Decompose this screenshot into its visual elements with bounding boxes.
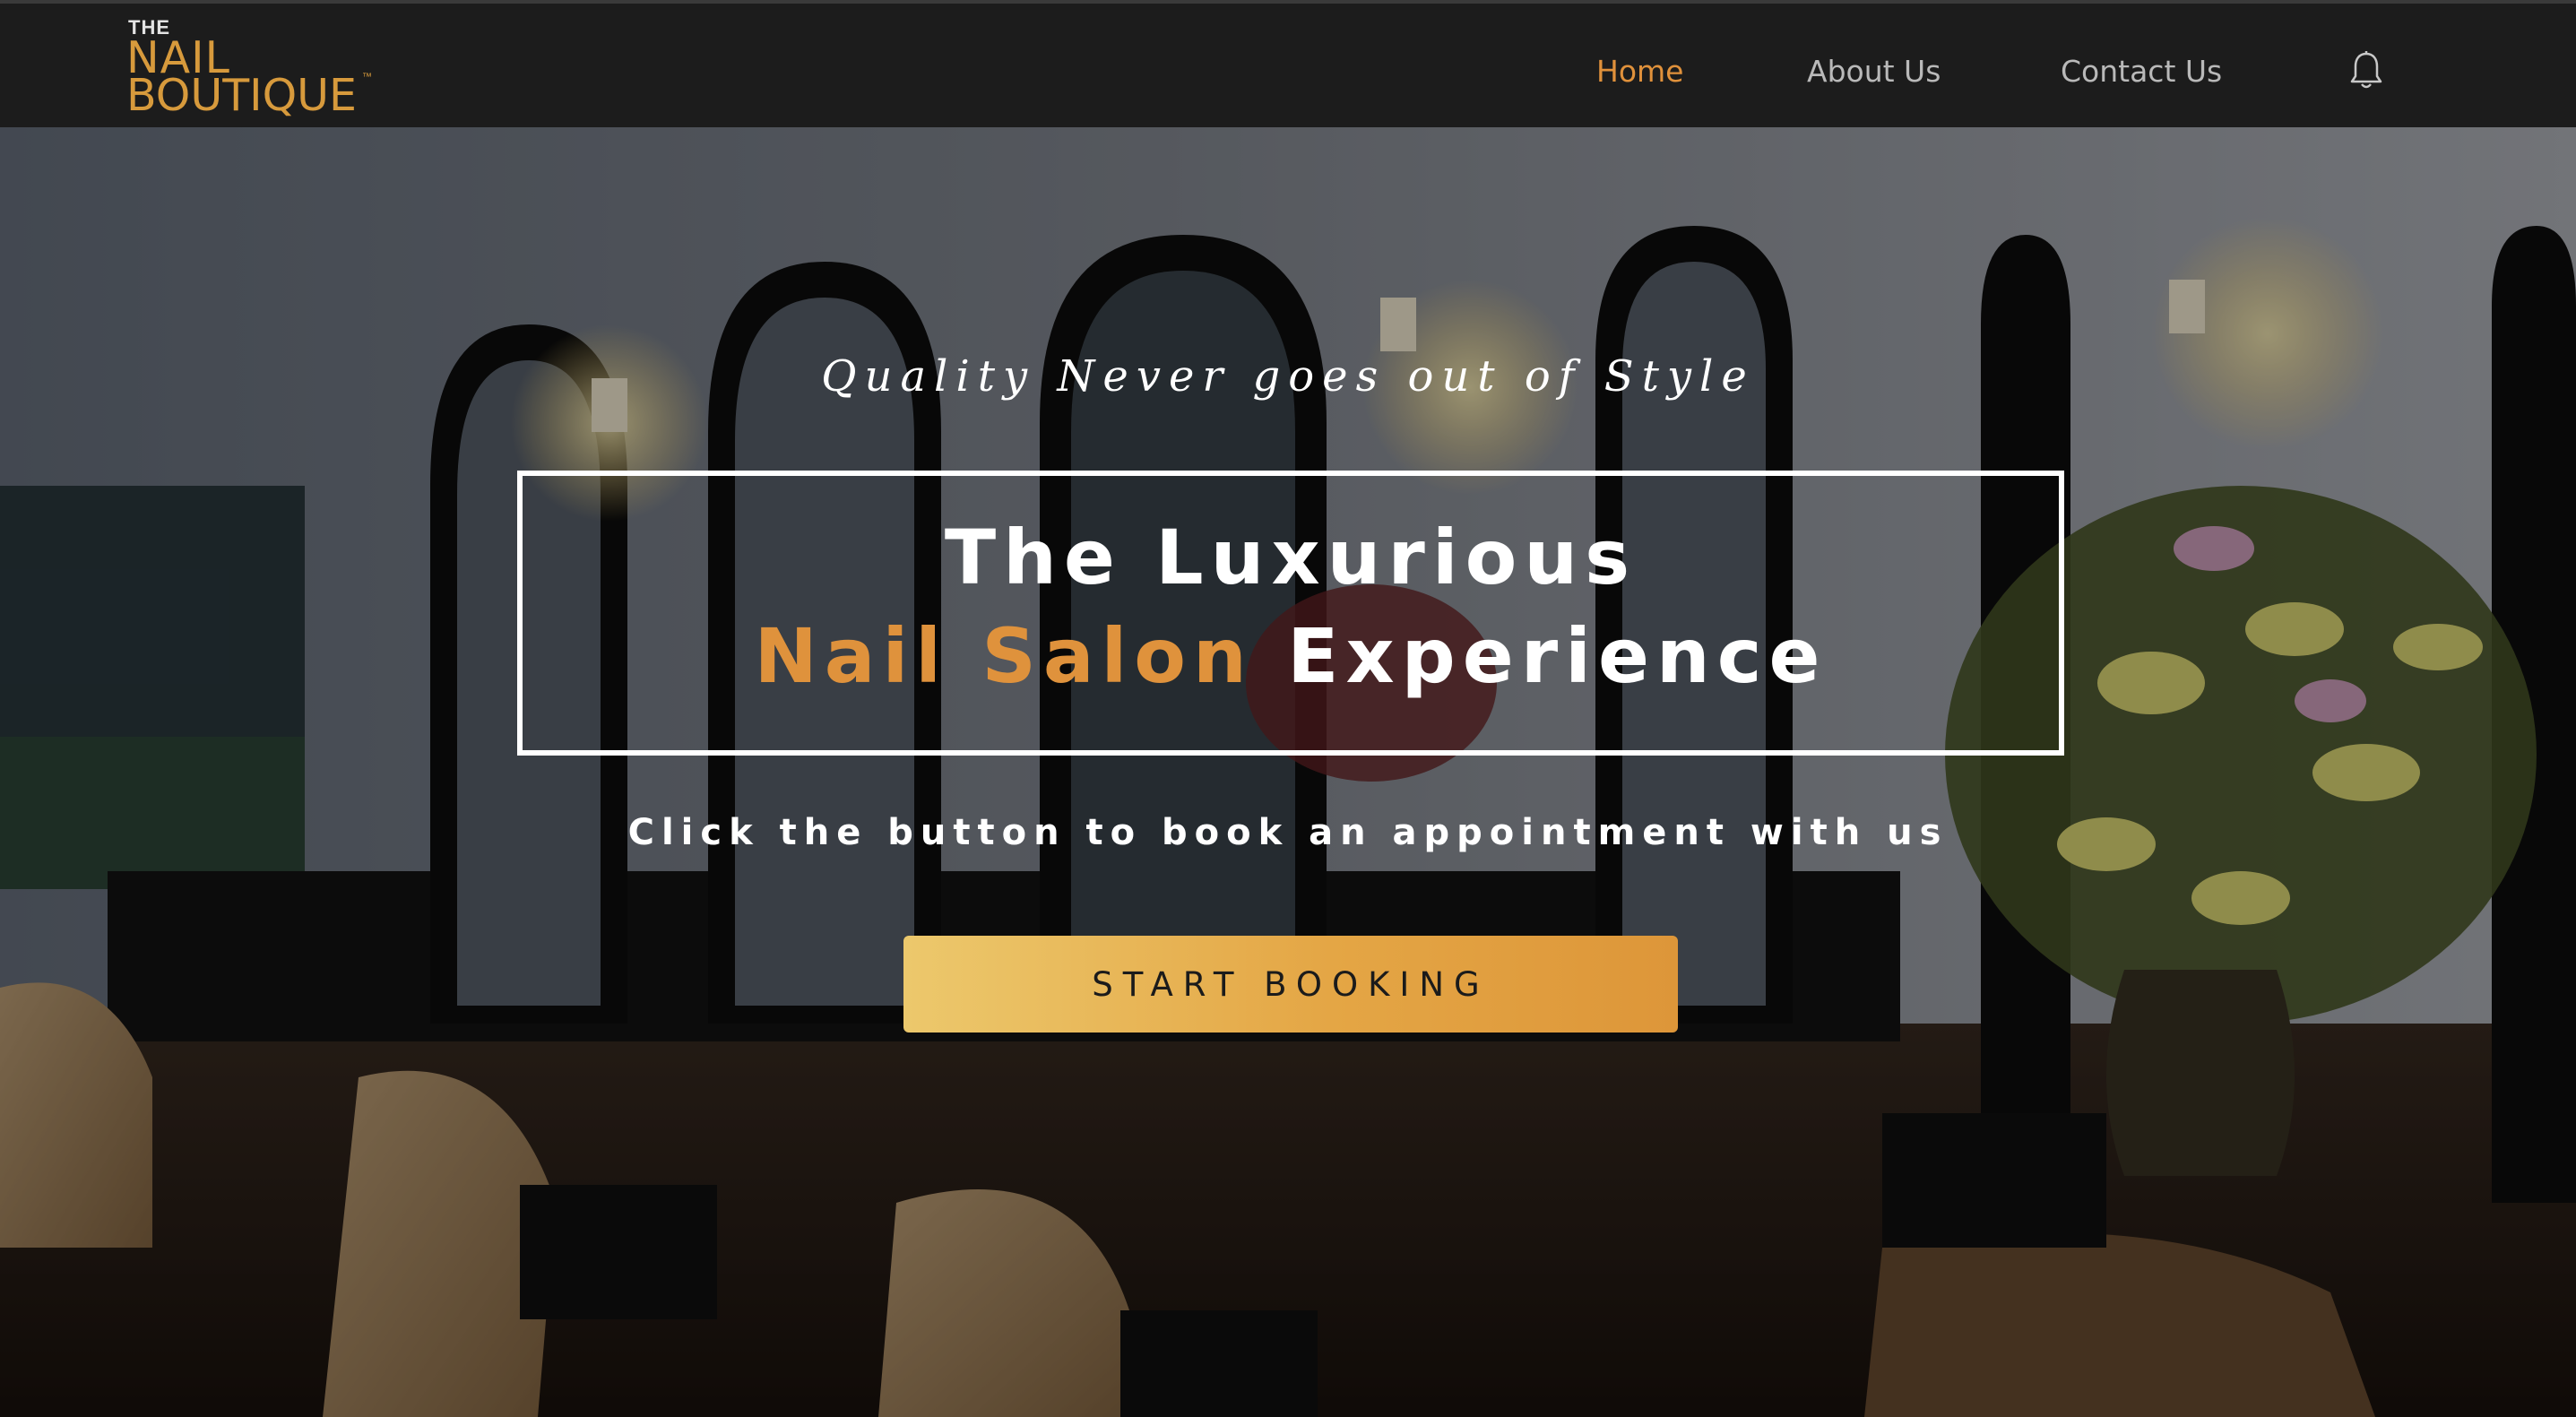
headline-rest-text: Experience [1287, 612, 1828, 700]
logo-boutique-text: BOUTIQUE [126, 70, 357, 121]
site-header: THE NAIL BOUTIQUE ™ Home About Us Contac… [0, 0, 2576, 127]
hero-overlay [0, 127, 2576, 1417]
bell-icon[interactable] [2350, 50, 2382, 91]
start-booking-label: START BOOKING [1092, 964, 1490, 1004]
headline-frame: The Luxurious Nail Salon Experience [517, 471, 2064, 756]
hero-subline: Click the button to book an appointment … [627, 812, 1949, 853]
nav-about-us[interactable]: About Us [1807, 54, 1941, 89]
start-booking-button[interactable]: START BOOKING [903, 936, 1678, 1033]
headline-line-1: The Luxurious [944, 514, 1638, 601]
logo-trademark: ™ [362, 72, 372, 82]
nav-contact-us[interactable]: Contact Us [2061, 54, 2222, 89]
hero-section: Quality Never goes out of Style The Luxu… [0, 127, 2576, 1417]
headline-accent-text: Nail Salon [754, 612, 1254, 700]
hero-tagline: Quality Never goes out of Style [821, 351, 1755, 402]
headline-line-2: Nail Salon Experience [523, 612, 2059, 700]
nav-home[interactable]: Home [1596, 54, 1683, 89]
nail-boutique-logo[interactable]: THE NAIL BOUTIQUE ™ [126, 16, 395, 121]
